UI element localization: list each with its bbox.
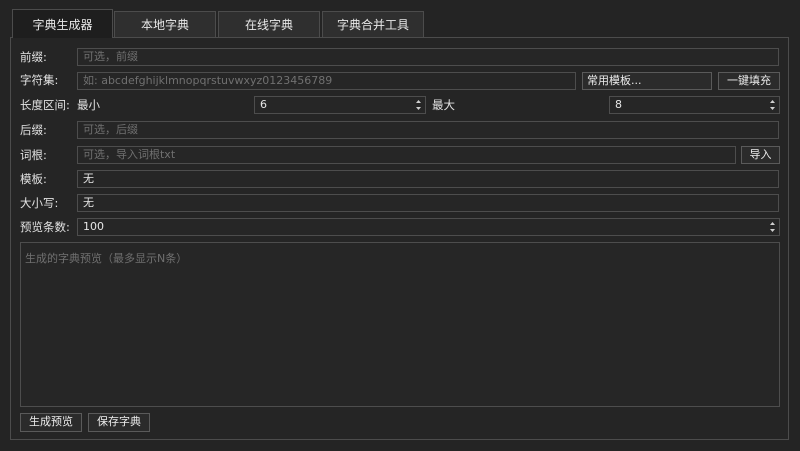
template-select[interactable]: 无 [77, 170, 779, 188]
min-length-spinbox[interactable]: 6 [254, 96, 426, 114]
preview-count-label: 预览条数: [20, 220, 70, 234]
spin-arrows-icon[interactable] [415, 98, 422, 112]
min-length-value: 6 [260, 98, 267, 111]
max-length-value: 8 [615, 98, 622, 111]
case-select[interactable]: 无 [77, 194, 779, 212]
case-label: 大小写: [20, 196, 59, 210]
prefix-input[interactable]: 可选，前缀 [77, 48, 779, 66]
max-length-spinbox[interactable]: 8 [609, 96, 780, 114]
tab-dict-merge-tool[interactable]: 字典合并工具 [322, 11, 424, 37]
preview-count-value: 100 [83, 220, 104, 233]
min-label: 最小 [77, 98, 100, 112]
root-input[interactable]: 可选，导入词根txt [77, 146, 736, 164]
spin-arrows-icon[interactable] [769, 98, 776, 112]
suffix-input[interactable]: 可选，后缀 [77, 121, 779, 139]
generate-preview-button[interactable]: 生成预览 [20, 413, 82, 432]
charset-input[interactable]: 如: abcdefghijklmnopqrstuvwxyz0123456789 [77, 72, 576, 90]
preview-placeholder: 生成的字典预览（最多显示N条） [25, 252, 188, 265]
tab-local-dict[interactable]: 本地字典 [114, 11, 216, 37]
common-template-button[interactable]: 常用模板... [582, 72, 712, 90]
tab-online-dict[interactable]: 在线字典 [218, 11, 320, 37]
import-button[interactable]: 导入 [741, 146, 780, 164]
template-label: 模板: [20, 172, 47, 186]
tab-dict-generator[interactable]: 字典生成器 [12, 9, 113, 38]
prefix-label: 前缀: [20, 50, 47, 64]
preview-count-spinbox[interactable]: 100 [77, 218, 780, 236]
suffix-label: 后缀: [20, 123, 47, 137]
save-dict-button[interactable]: 保存字典 [88, 413, 150, 432]
one-click-fill-button[interactable]: 一键填充 [718, 72, 780, 90]
preview-textarea[interactable]: 生成的字典预览（最多显示N条） [20, 242, 780, 407]
root-label: 词根: [20, 148, 47, 162]
charset-label: 字符集: [20, 73, 59, 87]
length-range-label: 长度区间: [20, 98, 70, 112]
max-label: 最大 [432, 98, 455, 112]
spin-arrows-icon[interactable] [769, 220, 776, 234]
